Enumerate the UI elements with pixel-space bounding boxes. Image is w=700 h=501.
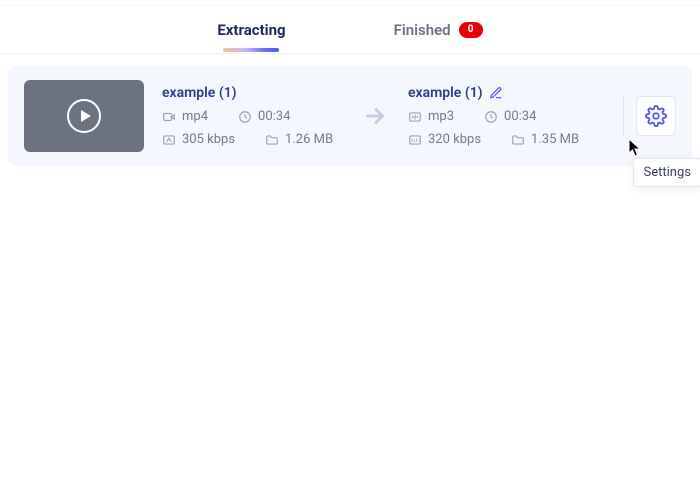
target-duration: 00:34 <box>484 109 536 124</box>
conversion-item: example (1) mp4 00:34 305 kbps 1.26 MB <box>8 66 692 166</box>
tab-extracting[interactable]: Extracting <box>213 9 289 51</box>
play-icon <box>67 99 101 133</box>
source-bitrate-value: 305 kbps <box>182 132 235 147</box>
bitrate-icon <box>408 133 422 147</box>
target-format: mp3 <box>408 109 454 124</box>
tab-finished[interactable]: Finished 0 <box>390 9 487 51</box>
target-info: example (1) mp3 00:34 320 kbps 1.35 MB <box>408 85 588 147</box>
target-bitrate-value: 320 kbps <box>428 132 481 147</box>
source-duration: 00:34 <box>238 109 290 124</box>
item-actions <box>623 96 676 136</box>
gauge-icon <box>162 133 176 147</box>
target-filename: example (1) <box>408 85 483 101</box>
video-thumbnail[interactable] <box>24 80 144 152</box>
source-duration-value: 00:34 <box>258 109 290 124</box>
settings-button[interactable] <box>636 96 676 136</box>
gear-icon <box>645 105 667 127</box>
clock-icon <box>484 110 498 124</box>
tab-extracting-label: Extracting <box>217 21 285 39</box>
clock-icon <box>238 110 252 124</box>
active-tab-underline <box>223 48 279 52</box>
folder-icon <box>511 133 525 147</box>
divider <box>623 96 624 136</box>
source-size-value: 1.26 MB <box>285 132 333 147</box>
source-info: example (1) mp4 00:34 305 kbps 1.26 MB <box>162 85 342 147</box>
source-format-value: mp4 <box>182 109 208 124</box>
edit-icon[interactable] <box>489 86 503 100</box>
target-size-value: 1.35 MB <box>531 132 579 147</box>
target-bitrate: 320 kbps <box>408 132 481 147</box>
target-format-value: mp3 <box>428 109 454 124</box>
arrow-divider <box>342 103 408 129</box>
settings-tooltip: Settings <box>633 158 700 187</box>
finished-count-badge: 0 <box>459 22 483 38</box>
target-size: 1.35 MB <box>511 132 579 147</box>
target-filename-row: example (1) <box>408 85 588 101</box>
source-size: 1.26 MB <box>265 132 333 147</box>
tab-bar: Extracting Finished 0 <box>0 6 700 54</box>
source-bitrate: 305 kbps <box>162 132 235 147</box>
source-filename: example (1) <box>162 85 342 101</box>
source-format: mp4 <box>162 109 208 124</box>
video-icon <box>162 110 176 124</box>
arrow-right-icon <box>362 103 388 129</box>
folder-icon <box>265 133 279 147</box>
target-duration-value: 00:34 <box>504 109 536 124</box>
audio-icon <box>408 110 422 124</box>
tab-finished-label: Finished <box>394 21 451 39</box>
